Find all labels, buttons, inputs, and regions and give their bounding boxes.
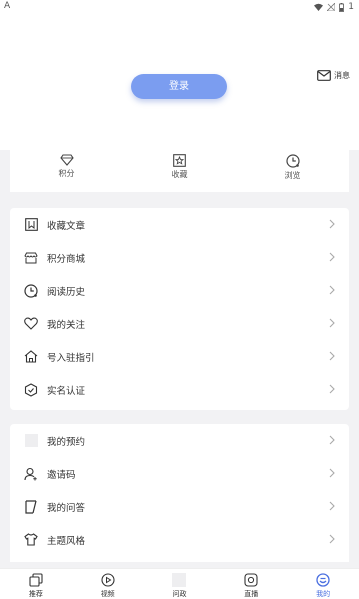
reservation-icon (24, 434, 38, 448)
stat-label: 积分 (58, 169, 75, 178)
menu-item-points-mall[interactable]: 积分商城 (10, 241, 349, 274)
menu-card-primary: 收藏文章 积分商城 阅读历史 我的关注 号入驻指引 实名认证 (10, 208, 349, 410)
diamond-icon (59, 154, 74, 166)
menu-item-label: 我的问答 (47, 502, 86, 514)
chevron-right-icon (329, 351, 335, 361)
menu-item-reservations[interactable]: 我的预约 (10, 424, 349, 457)
chevron-right-icon (329, 318, 335, 328)
stat-label: 浏览 (284, 171, 301, 180)
video-icon (101, 573, 115, 587)
menu-item-reading-history[interactable]: 阅读历史 (10, 274, 349, 307)
chevron-right-icon (329, 252, 335, 262)
login-button[interactable]: 登录 (131, 74, 227, 99)
tab-live[interactable]: 直播 (215, 569, 287, 599)
menu-item-label: 主题风格 (47, 535, 86, 547)
status-right: 1 (314, 0, 354, 14)
tab-video[interactable]: 视频 (72, 569, 144, 599)
message-button[interactable]: 消息 (317, 70, 350, 81)
history-icon (24, 283, 38, 298)
clock-icon (285, 154, 300, 168)
menu-item-my-qa[interactable]: 我的问答 (10, 490, 349, 523)
tab-recommend[interactable]: 推荐 (0, 569, 72, 599)
stat-label: 收藏 (171, 170, 188, 179)
menu-item-label: 实名认证 (47, 385, 86, 397)
stat-browse[interactable]: 浏览 (236, 150, 349, 192)
stat-points[interactable]: 积分 (10, 150, 123, 192)
signal-off-icon (327, 3, 336, 11)
menu-item-label: 我的预约 (47, 436, 86, 448)
menu-item-settle-guide[interactable]: 号入驻指引 (10, 340, 349, 373)
menu-item-invite-code[interactable]: 邀请码 (10, 457, 349, 490)
menu-item-label: 号入驻指引 (47, 352, 95, 364)
chevron-right-icon (329, 501, 335, 511)
ask-icon (172, 573, 187, 587)
status-right-text: 1 (348, 2, 354, 12)
profile-icon (316, 573, 330, 587)
tab-profile[interactable]: 我的 (287, 569, 359, 599)
star-frame-icon (173, 154, 186, 167)
menu-card-secondary: 我的预约 邀请码 我的问答 主题风格 (10, 424, 349, 562)
tab-label: 我的 (316, 590, 331, 598)
chevron-right-icon (329, 435, 335, 445)
shirt-icon (24, 533, 38, 547)
recommend-icon (29, 573, 43, 587)
chevron-right-icon (329, 468, 335, 478)
menu-item-following[interactable]: 我的关注 (10, 307, 349, 340)
shop-icon (24, 251, 38, 265)
menu-item-saved-articles[interactable]: 收藏文章 (10, 208, 349, 241)
qa-icon (24, 499, 38, 514)
mail-icon (317, 70, 331, 81)
menu-item-label: 收藏文章 (47, 220, 86, 232)
tab-ask[interactable]: 问政 (144, 569, 216, 599)
chevron-right-icon (329, 285, 335, 295)
menu-item-label: 邀请码 (47, 469, 76, 481)
bookmark-icon (24, 218, 38, 232)
live-icon (244, 573, 258, 587)
tab-label: 视频 (100, 590, 115, 598)
menu-item-label: 阅读历史 (47, 286, 86, 298)
profile-header: 登录 消息 (0, 14, 359, 150)
user-add-icon (24, 467, 38, 481)
wifi-icon (314, 3, 324, 11)
stats-row: 积分 收藏 浏览 (10, 150, 349, 192)
home-icon (24, 350, 38, 364)
status-bar: A 1 (0, 0, 359, 14)
status-left-text: A (4, 1, 11, 11)
menu-item-theme-style[interactable]: 主题风格 (10, 523, 349, 556)
chevron-right-icon (329, 219, 335, 229)
menu-item-verification[interactable]: 实名认证 (10, 373, 349, 406)
menu-item-label: 积分商城 (47, 253, 86, 265)
menu-item-label: 我的关注 (47, 319, 86, 331)
heart-icon (24, 317, 38, 331)
shield-check-icon (24, 382, 38, 397)
tab-label: 直播 (244, 590, 259, 598)
bottom-tab-bar: 推荐 视频 问政 直播 我的 (0, 568, 359, 599)
chevron-right-icon (329, 534, 335, 544)
tab-label: 推荐 (28, 590, 43, 598)
stat-favorites[interactable]: 收藏 (123, 150, 236, 192)
chevron-right-icon (329, 384, 335, 394)
tab-label: 问政 (172, 590, 187, 598)
message-label: 消息 (334, 71, 350, 80)
battery-icon (339, 2, 345, 12)
